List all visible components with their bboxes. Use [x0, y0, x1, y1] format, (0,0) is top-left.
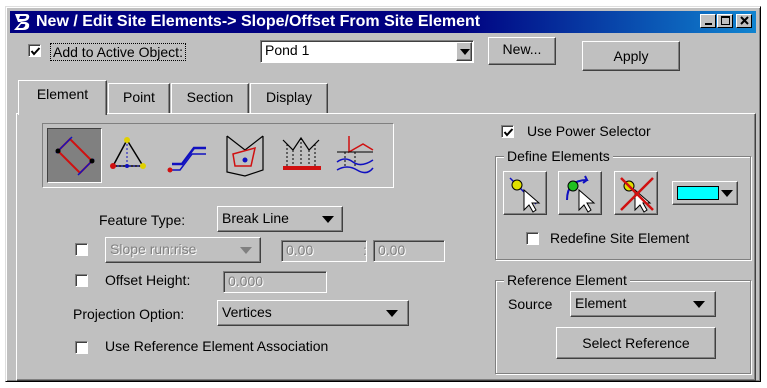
apply-button[interactable]: Apply	[582, 41, 680, 71]
rotate-select-icon	[566, 175, 596, 213]
redefine-site-element-label: Redefine Site Element	[550, 230, 690, 246]
color-swatch	[677, 186, 719, 200]
offset-height-value: 0.000	[228, 273, 264, 289]
offset-line-tool[interactable]	[162, 128, 217, 183]
tab-element-label: Element	[36, 86, 89, 102]
source-label: Source	[508, 296, 553, 312]
element-color-select[interactable]	[672, 181, 738, 205]
maximize-icon	[721, 16, 730, 25]
window-title: New / Edit Site Elements-> Slope/Offset …	[36, 13, 481, 30]
tab-display[interactable]: Display	[250, 83, 328, 113]
tab-point[interactable]: Point	[108, 83, 170, 113]
select-reference-label: Select Reference	[582, 335, 690, 351]
surface-projection-tool[interactable]	[329, 128, 384, 183]
offset-height-checkbox[interactable]	[75, 274, 88, 287]
tab-section[interactable]: Section	[171, 83, 249, 113]
new-button[interactable]: New...	[488, 37, 556, 65]
tab-point-label: Point	[123, 89, 155, 105]
title-bar[interactable]: New / Edit Site Elements-> Slope/Offset …	[10, 11, 756, 33]
triangle-points-tool[interactable]	[105, 128, 160, 183]
close-button[interactable]	[736, 14, 752, 28]
new-button-label: New...	[502, 41, 542, 57]
profile-section-tool[interactable]	[219, 128, 274, 183]
power-selector-checkbox[interactable]	[501, 125, 514, 138]
tab-display-label: Display	[266, 89, 312, 105]
tab-element[interactable]: Element	[18, 80, 107, 115]
reference-element-title: Reference Element	[504, 272, 630, 288]
chevron-down-icon	[693, 301, 705, 308]
slope-rectangle-tool[interactable]	[47, 128, 102, 183]
reference-element-group: Reference Element Source Element Select …	[495, 272, 751, 374]
vertical-drop-tool[interactable]	[275, 128, 330, 183]
chevron-down-icon	[240, 247, 252, 254]
active-object-value: Pond 1	[265, 42, 310, 58]
reference-association-checkbox[interactable]	[75, 341, 88, 354]
tab-section-label: Section	[186, 89, 234, 105]
define-elements-title: Define Elements	[504, 148, 613, 164]
chevron-down-icon	[322, 216, 334, 223]
slope-select[interactable]: Slope run:rise	[105, 237, 261, 263]
rotate-select-button[interactable]	[558, 171, 602, 215]
slope-run-value: 0.00	[286, 242, 314, 258]
deselect-element-icon	[620, 177, 654, 213]
slope-checkbox[interactable]	[75, 243, 88, 256]
chevron-down-icon[interactable]	[456, 42, 472, 61]
slope-separator: :	[363, 242, 367, 258]
offset-height-label: Offset Height:	[105, 272, 191, 288]
apply-button-label: Apply	[613, 48, 649, 64]
chevron-down-icon	[721, 190, 733, 197]
slope-rise-field[interactable]: 0.00	[373, 240, 445, 262]
offset-line-icon	[167, 146, 206, 173]
feature-type-select[interactable]: Break Line	[217, 206, 343, 232]
add-to-active-object-checkbox[interactable]	[28, 44, 41, 57]
select-reference-button[interactable]: Select Reference	[556, 327, 716, 359]
bentley-b-icon	[12, 12, 34, 32]
minimize-button[interactable]	[700, 14, 716, 28]
reference-association-label: Use Reference Element Association	[105, 338, 329, 354]
dialog-window: New / Edit Site Elements-> Slope/Offset …	[5, 6, 761, 382]
slope-select-value: Slope run:rise	[110, 241, 197, 257]
slope-rectangle-icon	[55, 136, 95, 176]
feature-type-label: Feature Type:	[99, 212, 186, 228]
projection-option-label: Projection Option:	[73, 306, 185, 322]
close-icon	[740, 16, 749, 25]
chevron-down-icon	[386, 310, 398, 317]
projection-option-select[interactable]: Vertices	[217, 300, 409, 326]
projection-option-value: Vertices	[222, 304, 272, 320]
slope-run-field[interactable]: 0.00	[281, 240, 367, 262]
source-value: Element	[575, 295, 627, 311]
add-to-active-object-label: Add to Active Object:	[50, 43, 186, 61]
triangle-points-icon	[110, 137, 146, 169]
define-elements-group: Define Elements Redefine Site Element	[495, 148, 751, 260]
feature-type-value: Break Line	[222, 210, 289, 226]
slope-rise-value: 0.00	[378, 242, 406, 258]
redefine-site-element-checkbox[interactable]	[526, 232, 539, 245]
source-select[interactable]: Element	[570, 291, 716, 317]
minimize-icon	[705, 23, 712, 25]
select-element-icon	[509, 177, 541, 213]
vertical-drop-icon	[282, 136, 321, 170]
element-tab-panel: Feature Type: Break Line Slope run:rise …	[16, 113, 756, 381]
deselect-element-button[interactable]	[614, 171, 658, 215]
profile-section-icon	[226, 135, 264, 177]
active-object-select[interactable]: Pond 1	[260, 40, 474, 63]
offset-height-field[interactable]: 0.000	[223, 271, 327, 293]
select-element-button[interactable]	[503, 171, 547, 215]
surface-projection-icon	[336, 136, 374, 174]
maximize-button[interactable]	[717, 14, 733, 28]
power-selector-label: Use Power Selector	[527, 123, 651, 139]
